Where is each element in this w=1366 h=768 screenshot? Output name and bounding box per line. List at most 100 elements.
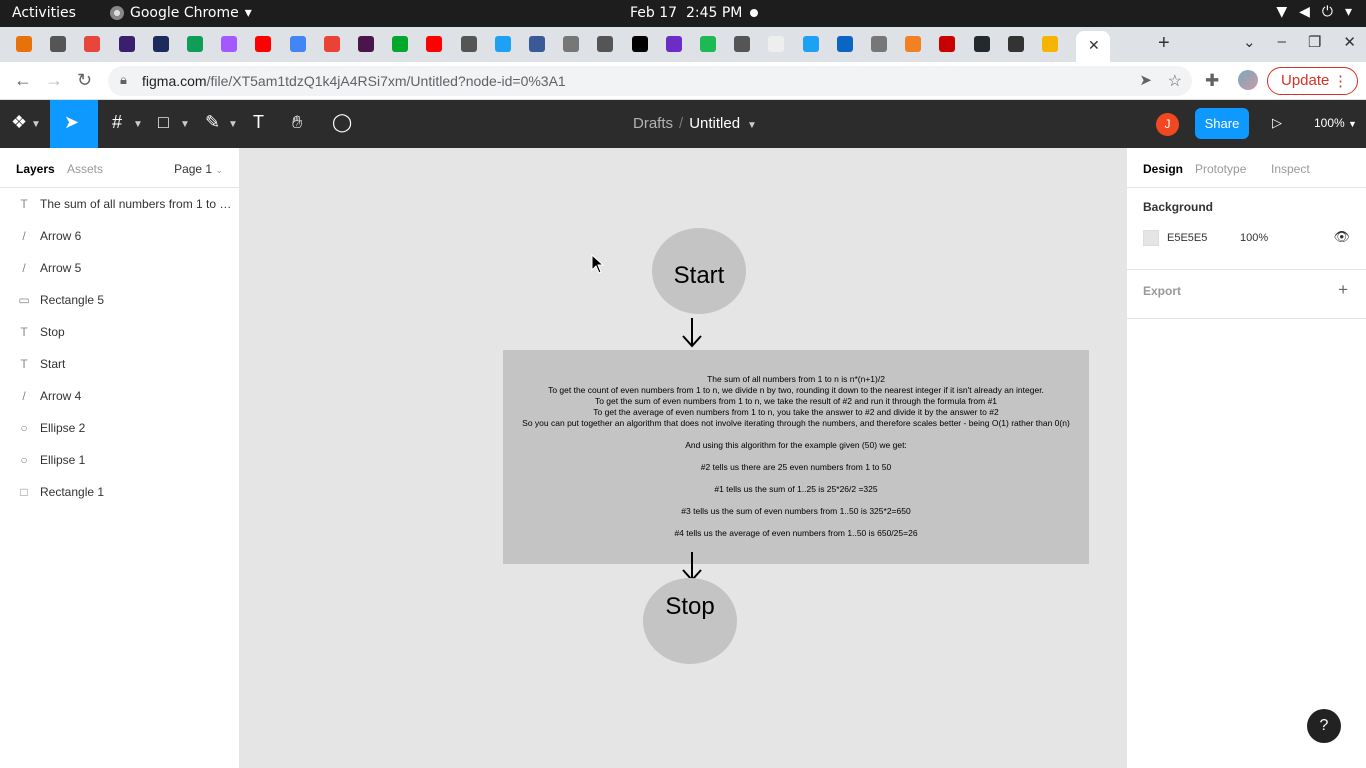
file-title[interactable]: Untitled <box>689 115 740 132</box>
eye-visibility-icon[interactable]: 👁︎ <box>1333 229 1350 245</box>
arrow-layer-icon: / <box>22 389 26 403</box>
layer-item[interactable]: T The sum of all numbers from 1 to n... <box>0 188 239 220</box>
share-button[interactable]: Share <box>1195 108 1249 139</box>
clock[interactable]: Feb 17 2:45 PM <box>630 5 742 21</box>
zoom-menu[interactable]: 100% ▼ <box>1314 116 1357 130</box>
bookmark-star-icon[interactable]: ☆ <box>1168 71 1182 91</box>
back-icon[interactable]: ← <box>14 70 32 91</box>
tab-favicon-icon[interactable] <box>700 36 716 52</box>
tab-search-icon[interactable]: ⌄ <box>1243 33 1256 51</box>
layer-item[interactable]: T Start <box>0 348 239 380</box>
layer-item[interactable]: ▭ Rectangle 5 <box>0 284 239 316</box>
activities-button[interactable]: Activities <box>12 5 76 21</box>
add-export-icon[interactable]: + <box>1338 280 1348 300</box>
tab-favicon-icon[interactable] <box>152 36 169 52</box>
tab-favicon-icon[interactable] <box>665 36 682 52</box>
breadcrumb-drafts[interactable]: Drafts <box>633 115 673 132</box>
tab-favicon-icon[interactable] <box>1007 36 1024 52</box>
reload-icon[interactable]: ↻ <box>77 70 92 91</box>
avatar[interactable]: J <box>1156 113 1179 136</box>
close-window-icon[interactable]: ✕ <box>1343 33 1356 51</box>
send-to-device-icon[interactable]: ➤ <box>1139 71 1152 89</box>
tab-favicon-icon[interactable] <box>631 36 648 52</box>
tab-favicon-icon[interactable] <box>973 36 990 52</box>
forward-icon[interactable]: → <box>45 70 63 91</box>
figma-main-menu-icon[interactable]: ❖ <box>11 112 27 133</box>
tab-favicon-icon[interactable] <box>905 36 922 52</box>
mouse-cursor-icon <box>591 254 605 274</box>
tab-favicon-icon[interactable] <box>563 36 580 52</box>
tab-favicon-icon[interactable] <box>529 36 545 52</box>
tab-favicon-icon[interactable] <box>84 36 101 52</box>
layer-item[interactable]: □ Rectangle 1 <box>0 476 239 508</box>
tab-favicon-icon[interactable] <box>871 36 887 52</box>
tab-favicon-icon[interactable] <box>802 36 819 52</box>
canvas[interactable]: Start The sum of all numbers from 1 to n… <box>240 148 1126 768</box>
present-play-icon[interactable]: ▷ <box>1272 115 1282 131</box>
tab-favicon-icon[interactable] <box>460 36 477 52</box>
layer-item[interactable]: / Arrow 6 <box>0 220 239 252</box>
tab-favicon-icon[interactable] <box>289 36 306 52</box>
hand-tool-icon[interactable]: ✋︎ <box>292 112 302 133</box>
tab-inspect[interactable]: Inspect <box>1271 162 1310 176</box>
tab-design[interactable]: Design <box>1143 162 1183 176</box>
tab-favicon-icon[interactable] <box>734 36 751 52</box>
algorithm-text[interactable]: The sum of all numbers from 1 to n is n*… <box>503 374 1089 539</box>
shape-tool-icon[interactable]: □ <box>158 112 169 133</box>
app-menu[interactable]: Google Chrome ▾ <box>110 5 252 21</box>
system-tray[interactable]: ▼ ◀ ⏻ ▾ <box>1276 4 1352 20</box>
new-tab-button[interactable]: + <box>1158 32 1170 55</box>
comment-tool-icon[interactable]: ◯ <box>332 112 352 133</box>
tab-favicon-icon[interactable] <box>1042 36 1058 52</box>
url-text[interactable]: figma.com/file/XT5am1tdzQ1k4jA4RSi7xm/Un… <box>142 73 566 89</box>
address-bar[interactable]: 🔒︎ figma.com/file/XT5am1tdzQ1k4jA4RSi7xm… <box>108 66 1192 96</box>
tab-favicon-icon[interactable] <box>392 36 409 52</box>
tab-favicon-icon[interactable] <box>187 36 203 52</box>
layer-item[interactable]: ○ Ellipse 1 <box>0 444 239 476</box>
tab-favicon-icon[interactable] <box>221 36 238 52</box>
tab-favicon-icon[interactable] <box>597 36 614 52</box>
tab-prototype[interactable]: Prototype <box>1195 162 1246 176</box>
ellipse-start[interactable]: Start <box>652 228 746 314</box>
layer-item[interactable]: ○ Ellipse 2 <box>0 412 239 444</box>
tab-favicon-icon[interactable] <box>939 36 956 52</box>
export-section: Export + <box>1127 270 1366 319</box>
tab-favicon-icon[interactable] <box>50 36 67 52</box>
text-line: And using this algorithm for the example… <box>685 440 907 450</box>
text-rectangle[interactable]: The sum of all numbers from 1 to n is n*… <box>503 350 1089 564</box>
arrow-down-icon[interactable] <box>680 316 704 350</box>
close-tab-icon[interactable]: ✕ <box>1088 37 1100 54</box>
background-opacity-field[interactable]: 100% <box>1240 232 1268 244</box>
background-hex-field[interactable]: E5E5E5 <box>1167 232 1207 244</box>
tab-favicon-icon[interactable] <box>118 36 135 52</box>
tab-favicon-icon[interactable] <box>255 36 272 52</box>
text-tool-icon[interactable]: T <box>253 112 264 133</box>
lock-icon[interactable]: 🔒︎ <box>120 72 127 88</box>
help-button[interactable]: ? <box>1307 709 1341 743</box>
extensions-icon[interactable]: ✚ <box>1205 71 1219 91</box>
tab-favicon-icon[interactable] <box>768 36 785 52</box>
tab-assets[interactable]: Assets <box>67 162 103 176</box>
page-selector[interactable]: Page 1 ⌄ <box>174 162 223 176</box>
ellipse-stop[interactable]: Stop <box>643 578 737 664</box>
minimize-icon[interactable]: – <box>1278 33 1286 51</box>
tab-favicon-icon[interactable] <box>16 36 32 52</box>
tab-layers[interactable]: Layers <box>16 162 55 176</box>
move-tool-button[interactable]: ➤ <box>50 100 98 148</box>
maximize-icon[interactable]: ❐ <box>1308 33 1321 51</box>
chevron-down-icon[interactable]: ▼ <box>744 120 757 131</box>
tab-favicon-icon[interactable] <box>358 36 374 52</box>
tab-favicon-icon[interactable] <box>494 36 511 52</box>
layer-item[interactable]: / Arrow 4 <box>0 380 239 412</box>
layer-item[interactable]: / Arrow 5 <box>0 252 239 284</box>
tab-favicon-icon[interactable] <box>323 36 340 52</box>
background-color-swatch[interactable] <box>1143 230 1159 246</box>
frame-tool-icon[interactable]: # <box>112 112 122 133</box>
profile-avatar[interactable] <box>1238 70 1258 90</box>
pen-tool-icon[interactable]: ✎ <box>205 112 220 133</box>
tab-favicon-icon[interactable] <box>836 36 853 52</box>
update-button[interactable]: Update ⋮ <box>1267 67 1358 95</box>
layer-item[interactable]: T Stop <box>0 316 239 348</box>
active-tab[interactable]: ✕ <box>1076 31 1110 62</box>
tab-favicon-icon[interactable] <box>426 36 443 52</box>
